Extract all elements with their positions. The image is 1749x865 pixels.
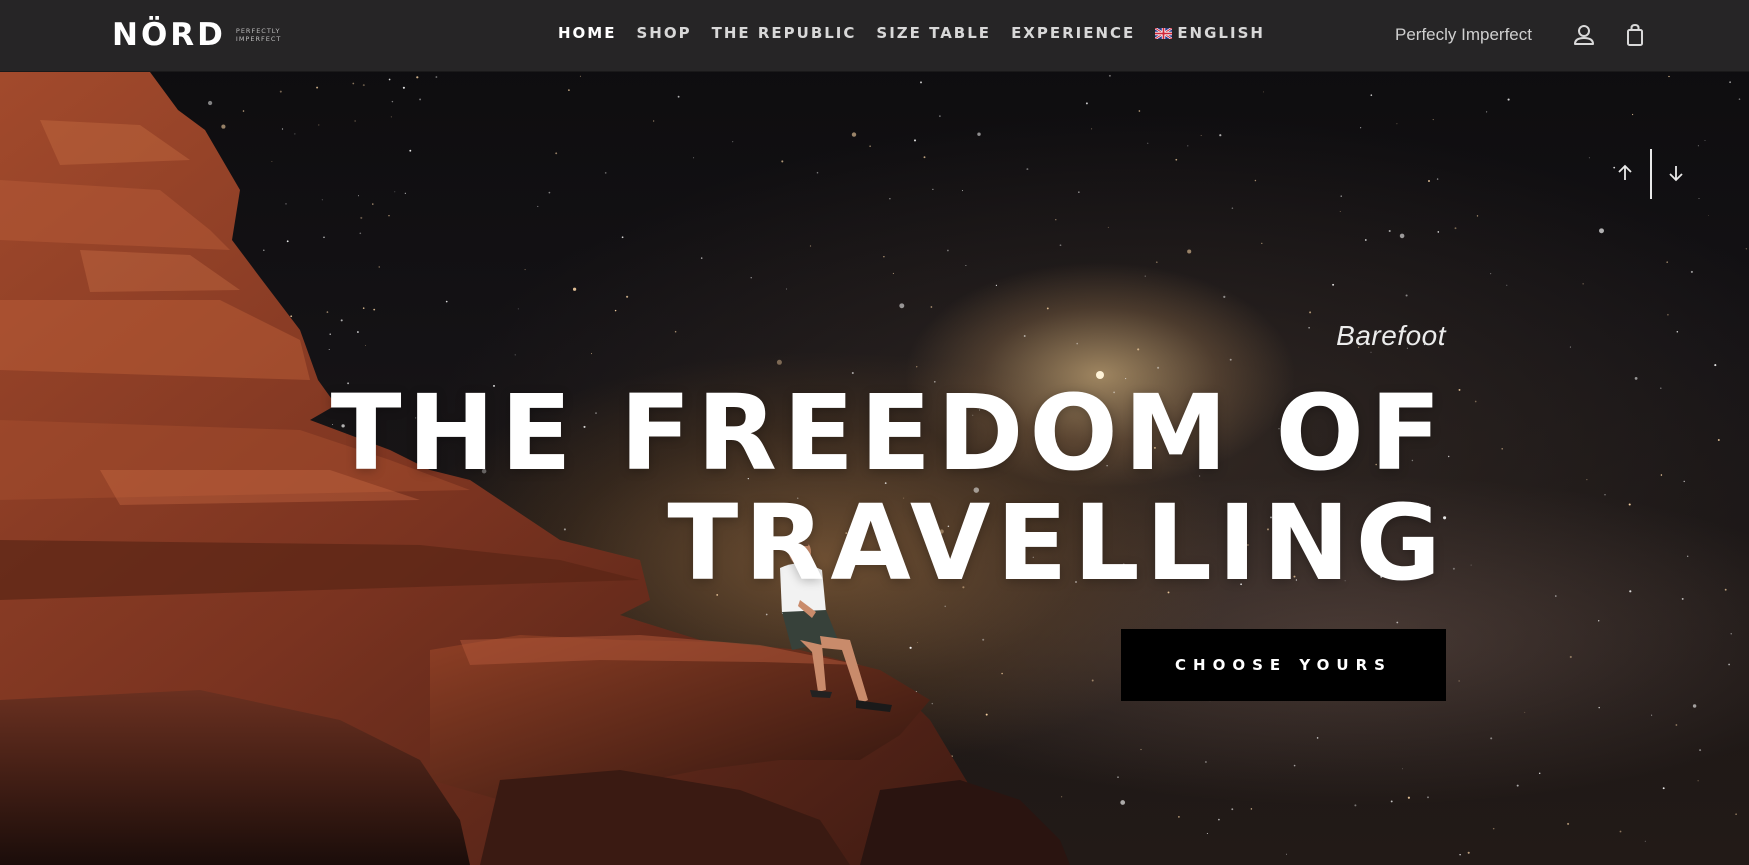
nav-item-the-republic[interactable]: THE REPUBLIC [712, 24, 857, 42]
nav-item-home[interactable]: HOME [558, 24, 616, 42]
shopping-bag-icon[interactable] [1622, 22, 1648, 48]
hero-headline-line1: THE FREEDOM OF [330, 372, 1447, 494]
slider-divider [1650, 149, 1652, 199]
nav-item-language[interactable]: ENGLISH [1155, 24, 1265, 42]
site-header: NÖRD PERFECTLY IMPERFECT HOME SHOP THE R… [0, 0, 1749, 72]
header-tagline: Perfecly Imperfect [1395, 25, 1532, 44]
choose-yours-button[interactable]: CHOOSE YOURS [1121, 629, 1446, 701]
nav-item-size-table[interactable]: SIZE TABLE [876, 24, 991, 42]
brand-name: NÖRD [112, 16, 226, 53]
brand-logo[interactable]: NÖRD PERFECTLY IMPERFECT [112, 16, 296, 54]
arrow-up-icon[interactable] [1614, 162, 1636, 184]
account-icon[interactable] [1571, 22, 1597, 48]
main-nav: HOME SHOP THE REPUBLIC SIZE TABLE EXPERI… [558, 24, 1265, 42]
language-label: ENGLISH [1177, 24, 1265, 42]
hero-headline: THE FREEDOM OF TRAVELLING [331, 378, 1447, 598]
hero-subtitle: Barefoot [1336, 320, 1446, 351]
nav-item-experience[interactable]: EXPERIENCE [1011, 24, 1135, 42]
brand-tagline: PERFECTLY IMPERFECT [235, 27, 282, 43]
hero-headline-line2: TRAVELLING [667, 482, 1447, 604]
nav-item-shop[interactable]: SHOP [636, 24, 691, 42]
arrow-down-icon[interactable] [1665, 162, 1687, 184]
uk-flag-icon [1155, 27, 1173, 39]
